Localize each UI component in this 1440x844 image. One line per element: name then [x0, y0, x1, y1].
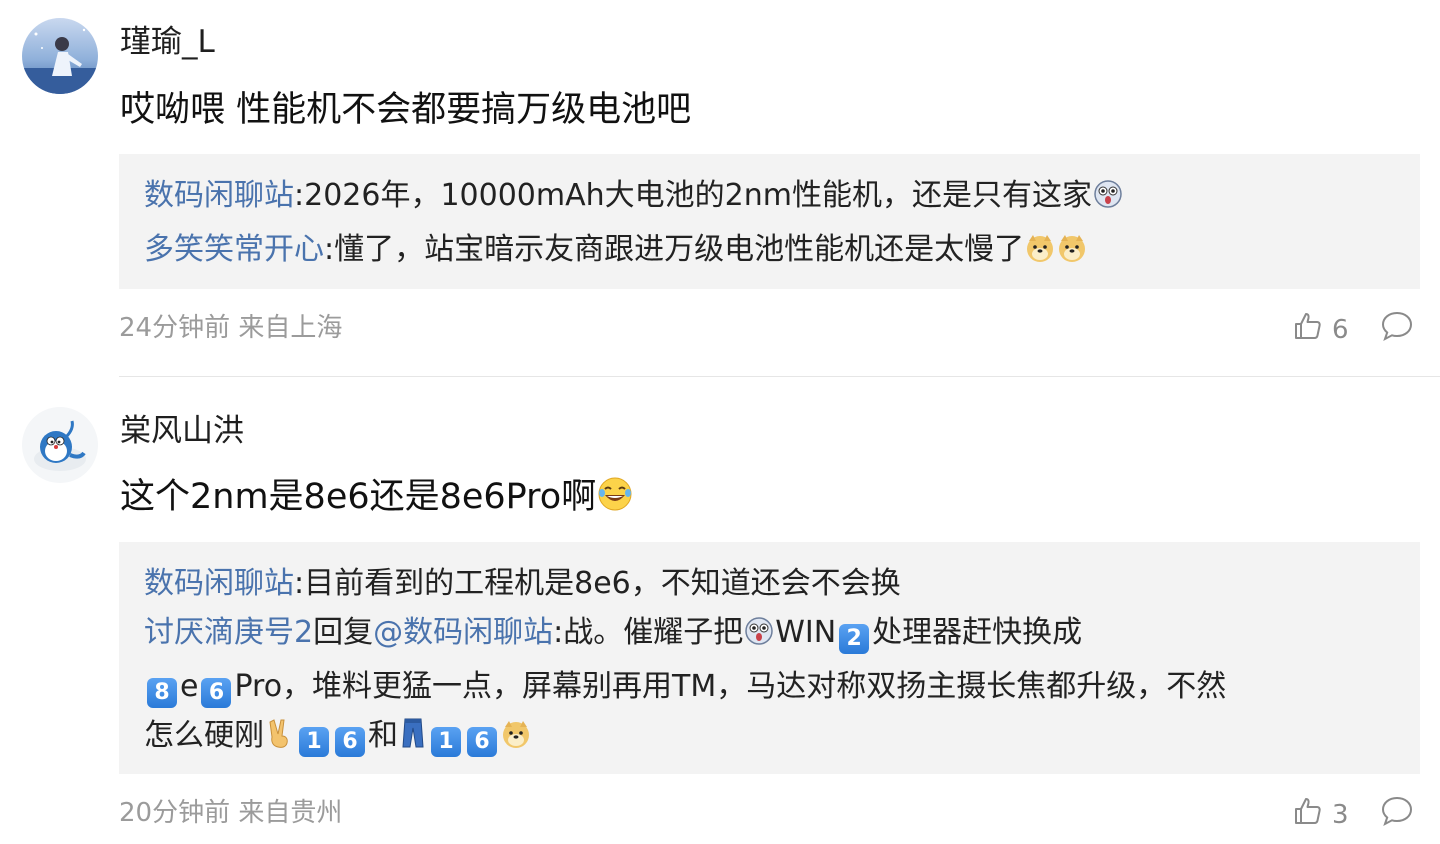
comment-text: 哎呦喂 性能机不会都要搞万级电池吧 [120, 90, 692, 130]
reply-text: :2026年，10000mAh大电池的2nm性能机，还是只有这家 [294, 178, 1092, 213]
avatar[interactable] [22, 407, 98, 483]
reply-text: Pro，堆料更猛一点，屏幕别再用TM，马达对称双扬主摄长焦都升级，不然 [234, 669, 1227, 704]
reply-text: :目前看到的工程机是8e6，不知道还会不会换 [294, 566, 901, 601]
reply-line: 怎么硬刚 1 6 和 1 6 [144, 711, 1420, 765]
keycap-6-icon: 6 [201, 678, 232, 708]
keycap-1-icon: 1 [431, 727, 461, 757]
surprised-face-emoji-icon [1092, 176, 1124, 225]
doge-emoji-icon [500, 716, 532, 765]
doge-emoji-icon [1024, 230, 1056, 279]
keycap-1-icon: 1 [299, 727, 329, 757]
comment-bubble-icon [1380, 311, 1414, 346]
keycap-2-icon: 2 [839, 624, 870, 654]
reply-line: 数码闲聊站:目前看到的工程机是8e6，不知道还会不会换 [144, 559, 1420, 608]
doge-emoji-icon [1056, 230, 1088, 279]
like-button[interactable]: 6 [1292, 310, 1349, 349]
reply-author[interactable]: 讨厌滴庚号2 [144, 615, 313, 650]
surprised-face-emoji-icon [743, 613, 775, 662]
comment-meta: 20分钟前 来自贵州 [119, 798, 343, 828]
reply-text: :战。催耀子把 [553, 615, 744, 650]
like-button[interactable]: 3 [1292, 795, 1349, 834]
keycap-6-icon: 6 [335, 727, 365, 757]
keycap-6-icon: 6 [467, 727, 497, 757]
reply-line: 多笑笑常开心:懂了，站宝暗示友商跟进万级电池性能机还是太慢了 [144, 225, 1420, 279]
avatar[interactable] [22, 18, 98, 94]
comment-text: 这个2nm是8e6还是8e6Pro啊 [120, 473, 634, 526]
jeans-emoji-icon [398, 716, 428, 765]
reply-line: 数码闲聊站:2026年，10000mAh大电池的2nm性能机，还是只有这家 [144, 171, 1420, 225]
reply-box[interactable]: 数码闲聊站:2026年，10000mAh大电池的2nm性能机，还是只有这家 多笑… [119, 154, 1420, 289]
reply-line: 讨厌滴庚号2回复@数码闲聊站:战。催耀子把 WIN 2 处理器赶快换成 [144, 608, 1420, 662]
comment-bubble-icon [1380, 796, 1414, 831]
reply-box[interactable]: 数码闲聊站:目前看到的工程机是8e6，不知道还会不会换 讨厌滴庚号2回复@数码闲… [119, 542, 1420, 774]
reply-author[interactable]: 数码闲聊站 [144, 178, 294, 213]
thumbs-up-icon [1292, 310, 1324, 349]
like-count: 6 [1332, 314, 1349, 345]
reply-text: :懂了，站宝暗示友商跟进万级电池性能机还是太慢了 [324, 232, 1025, 267]
reply-author[interactable]: 多笑笑常开心 [144, 232, 324, 267]
username[interactable]: 棠风山洪 [120, 411, 244, 451]
reply-text: 处理器赶快换成 [872, 615, 1083, 650]
reply-text: WIN [775, 615, 837, 650]
username[interactable]: 瑾瑜_L [120, 22, 215, 62]
keycap-8-icon: 8 [147, 678, 177, 708]
comment-text-content: 这个2nm是8e6还是8e6Pro啊 [120, 477, 597, 517]
laughing-tears-emoji-icon [596, 475, 634, 526]
reply-button[interactable] [1380, 795, 1414, 831]
like-count: 3 [1332, 799, 1349, 830]
comment-meta: 24分钟前 来自上海 [119, 313, 343, 343]
reply-word: 回复 [313, 615, 374, 650]
reply-button[interactable] [1380, 310, 1414, 346]
reply-line: 8 e 6 Pro，堆料更猛一点，屏幕别再用TM，马达对称双扬主摄长焦都升级，不然 [144, 662, 1420, 711]
reply-text: 怎么硬刚 [144, 718, 264, 753]
reply-text: 和 [368, 718, 398, 753]
comment-item: 棠风山洪 这个2nm是8e6还是8e6Pro啊 数码闲聊站:目前看到的工程机是8… [0, 377, 1440, 844]
comment-item: 瑾瑜_L 哎呦喂 性能机不会都要搞万级电池吧 数码闲聊站:2026年，10000… [0, 0, 1440, 377]
mention-link[interactable]: @数码闲聊站 [373, 615, 553, 650]
reply-text: e [180, 669, 199, 704]
victory-hand-emoji-icon [264, 716, 296, 765]
thumbs-up-icon [1292, 795, 1324, 834]
reply-author[interactable]: 数码闲聊站 [144, 566, 294, 601]
